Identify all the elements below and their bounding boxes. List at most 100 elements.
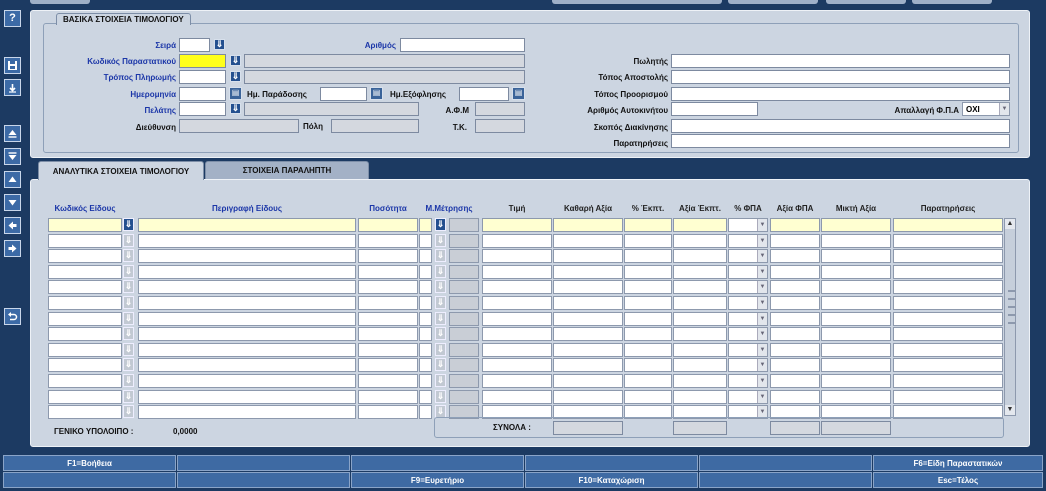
discount-pct-cell[interactable] <box>624 234 672 248</box>
discount-value-cell[interactable] <box>673 249 727 263</box>
item-code-cell[interactable] <box>48 249 122 263</box>
unit-code-cell[interactable] <box>419 390 432 404</box>
unit-code-cell[interactable] <box>419 312 432 326</box>
discount-pct-cell[interactable] <box>624 265 672 279</box>
description-cell[interactable] <box>138 405 356 419</box>
vat-value-cell[interactable] <box>770 358 820 372</box>
save-icon[interactable] <box>4 57 21 74</box>
vat-value-cell[interactable] <box>770 249 820 263</box>
arrow-right-icon[interactable] <box>4 240 21 257</box>
vat-value-cell[interactable] <box>770 312 820 326</box>
discount-pct-cell[interactable] <box>624 343 672 357</box>
quantity-cell[interactable] <box>358 312 418 326</box>
doc-code-field[interactable] <box>179 54 226 68</box>
gross-value-cell[interactable] <box>821 296 891 310</box>
description-cell[interactable] <box>138 296 356 310</box>
remarks-cell[interactable] <box>893 390 1003 404</box>
item-code-dropdown-icon[interactable]: ⇓ <box>123 218 134 231</box>
item-code-dropdown-icon[interactable]: ⇓ <box>123 280 134 293</box>
payment-date-field[interactable] <box>459 87 509 101</box>
price-cell[interactable] <box>482 374 552 388</box>
unit-code-cell[interactable] <box>419 218 432 232</box>
description-cell[interactable] <box>138 280 356 294</box>
unit-dropdown-icon[interactable]: ⇓ <box>435 327 446 340</box>
vat-pct-select[interactable]: ▼ <box>728 265 768 279</box>
item-code-cell[interactable] <box>48 343 122 357</box>
gross-value-cell[interactable] <box>821 218 891 232</box>
last-record-icon[interactable] <box>4 148 21 165</box>
purpose-field[interactable] <box>671 119 1010 133</box>
discount-value-cell[interactable] <box>673 374 727 388</box>
gross-value-cell[interactable] <box>821 234 891 248</box>
discount-pct-cell[interactable] <box>624 280 672 294</box>
doc-code-dropdown-icon[interactable]: ⇓ <box>230 55 241 66</box>
fkey-blank-button[interactable] <box>699 472 872 488</box>
dispatch-place-field[interactable] <box>671 70 1010 84</box>
quantity-cell[interactable] <box>358 280 418 294</box>
fkey-blank-button[interactable] <box>177 455 350 471</box>
description-cell[interactable] <box>138 312 356 326</box>
chevron-down-icon[interactable]: ▼ <box>757 391 767 403</box>
date-calendar-icon[interactable]: ▤ <box>229 87 242 100</box>
price-cell[interactable] <box>482 280 552 294</box>
vat-pct-select[interactable]: ▼ <box>728 296 768 310</box>
item-code-cell[interactable] <box>48 296 122 310</box>
unit-dropdown-icon[interactable]: ⇓ <box>435 390 446 403</box>
chevron-down-icon[interactable]: ▼ <box>999 103 1009 115</box>
f10-register-button[interactable]: F10=Καταχώριση <box>525 472 698 488</box>
gross-value-cell[interactable] <box>821 265 891 279</box>
unit-dropdown-icon[interactable]: ⇓ <box>435 280 446 293</box>
discount-pct-cell[interactable] <box>624 390 672 404</box>
price-cell[interactable] <box>482 358 552 372</box>
quantity-cell[interactable] <box>358 234 418 248</box>
payment-field[interactable] <box>179 70 226 84</box>
gross-value-cell[interactable] <box>821 358 891 372</box>
fkey-blank-button[interactable] <box>177 472 350 488</box>
discount-value-cell[interactable] <box>673 265 727 279</box>
remarks-cell[interactable] <box>893 374 1003 388</box>
item-code-dropdown-icon[interactable]: ⇓ <box>123 249 134 262</box>
item-code-dropdown-icon[interactable]: ⇓ <box>123 312 134 325</box>
chevron-down-icon[interactable]: ▼ <box>757 219 767 231</box>
description-cell[interactable] <box>138 249 356 263</box>
unit-code-cell[interactable] <box>419 343 432 357</box>
item-code-cell[interactable] <box>48 234 122 248</box>
vat-pct-select[interactable]: ▼ <box>728 280 768 294</box>
price-cell[interactable] <box>482 296 552 310</box>
price-cell[interactable] <box>482 249 552 263</box>
series-dropdown-icon[interactable]: ⇓ <box>214 39 225 50</box>
unit-code-cell[interactable] <box>419 265 432 279</box>
vat-value-cell[interactable] <box>770 265 820 279</box>
remarks-cell[interactable] <box>893 249 1003 263</box>
description-cell[interactable] <box>138 374 356 388</box>
item-code-cell[interactable] <box>48 312 122 326</box>
quantity-cell[interactable] <box>358 343 418 357</box>
detail-scrollbar[interactable]: ▲ ▼ <box>1004 218 1016 416</box>
remarks-cell[interactable] <box>893 280 1003 294</box>
quantity-cell[interactable] <box>358 405 418 419</box>
discount-value-cell[interactable] <box>673 390 727 404</box>
chevron-down-icon[interactable]: ▼ <box>757 328 767 340</box>
vat-pct-select[interactable]: ▼ <box>728 327 768 341</box>
vat-pct-select[interactable]: ▼ <box>728 343 768 357</box>
scroll-up-icon[interactable]: ▲ <box>1005 219 1015 229</box>
net-value-cell[interactable] <box>553 390 623 404</box>
net-value-cell[interactable] <box>553 374 623 388</box>
description-cell[interactable] <box>138 327 356 341</box>
customer-dropdown-icon[interactable]: ⇓ <box>230 103 241 114</box>
quantity-cell[interactable] <box>358 265 418 279</box>
vat-value-cell[interactable] <box>770 280 820 294</box>
item-code-cell[interactable] <box>48 265 122 279</box>
gross-value-cell[interactable] <box>821 249 891 263</box>
unit-dropdown-icon[interactable]: ⇓ <box>435 343 446 356</box>
net-value-cell[interactable] <box>553 358 623 372</box>
help-icon[interactable]: ? <box>4 10 21 27</box>
fkey-blank-button[interactable] <box>351 455 524 471</box>
unit-dropdown-icon[interactable]: ⇓ <box>435 358 446 371</box>
fkey-blank-button[interactable] <box>525 455 698 471</box>
unit-code-cell[interactable] <box>419 374 432 388</box>
first-record-icon[interactable] <box>4 125 21 142</box>
discount-pct-cell[interactable] <box>624 374 672 388</box>
payment-dropdown-icon[interactable]: ⇓ <box>230 71 241 82</box>
quantity-cell[interactable] <box>358 374 418 388</box>
